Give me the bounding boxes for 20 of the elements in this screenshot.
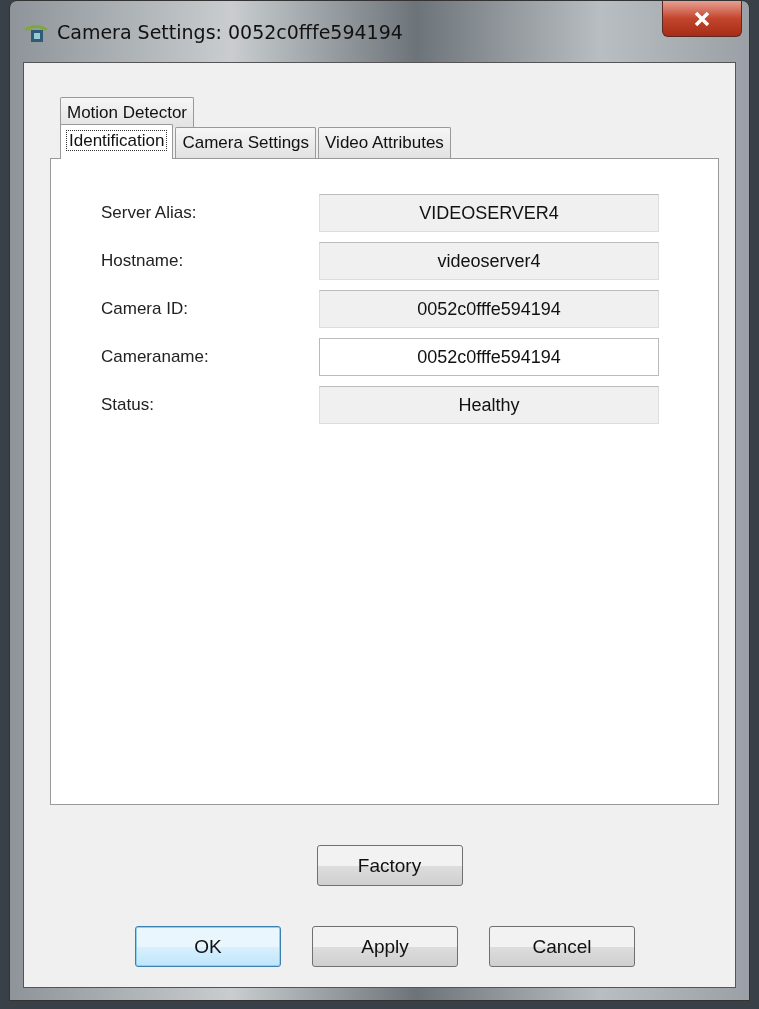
ok-button[interactable]: OK — [135, 926, 281, 967]
field-label: Cameraname: — [101, 347, 210, 367]
input-field[interactable]: videoserver4 — [319, 242, 659, 280]
window-title: Camera Settings: 0052c0fffe594194 — [57, 20, 403, 43]
input-field[interactable]: 0052c0fffe594194 — [319, 290, 659, 328]
tab[interactable]: Video Attributes — [318, 127, 451, 158]
field-label: Server Alias: — [101, 203, 198, 223]
dialog-button[interactable]: Factory — [316, 845, 463, 886]
tab[interactable]: Identification — [60, 124, 174, 159]
field-label: Status: — [101, 395, 155, 415]
close-icon — [694, 10, 710, 27]
close-button[interactable] — [662, 1, 742, 37]
input-field[interactable]: Healthy — [319, 386, 659, 424]
dialog-button[interactable]: Cancel — [489, 926, 635, 967]
tab[interactable]: Camera Settings — [175, 127, 317, 158]
field-label: Hostname: — [101, 251, 185, 271]
input-field[interactable]: 0052c0fffe594194 — [319, 338, 659, 376]
dialog-button[interactable]: Apply — [312, 926, 458, 967]
field-label: Camera ID: — [101, 299, 189, 319]
input-field[interactable]: VIDEOSERVER4 — [319, 194, 659, 232]
